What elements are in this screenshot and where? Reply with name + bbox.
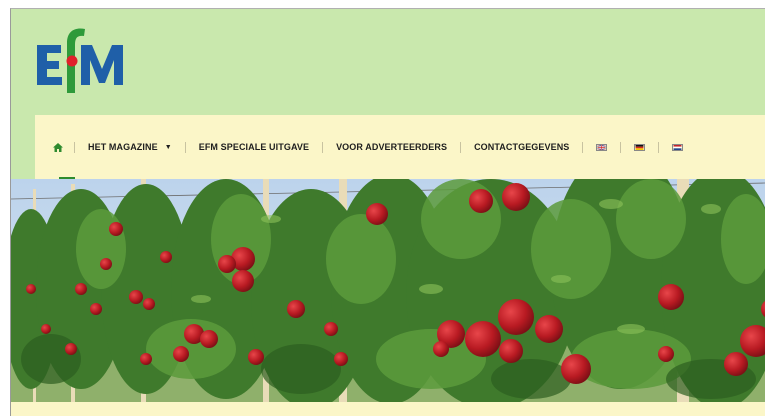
nav-item-contactgegevens[interactable]: CONTACTGEGEVENS xyxy=(461,136,582,158)
nav-item-efm-speciale-uitgave[interactable]: EFM SPECIALE UITGAVE xyxy=(186,136,322,158)
logo-dot xyxy=(66,55,78,67)
home-icon xyxy=(53,142,63,152)
german-flag-icon xyxy=(634,143,646,151)
content-band xyxy=(11,402,765,416)
main-nav: HET MAGAZINE ▼ EFM SPECIALE UITGAVE VOOR… xyxy=(35,136,696,158)
logo-letter-m xyxy=(81,45,123,85)
language-english[interactable] xyxy=(583,136,620,158)
english-flag-icon xyxy=(596,143,608,151)
nav-band-edge xyxy=(11,115,35,179)
nav-item-het-magazine[interactable]: HET MAGAZINE ▼ xyxy=(75,136,185,158)
nav-home[interactable] xyxy=(35,136,74,158)
language-german[interactable] xyxy=(621,136,658,158)
hero-banner xyxy=(11,179,765,402)
logo-letter-e xyxy=(37,45,62,85)
page-frame: HET MAGAZINE ▼ EFM SPECIALE UITGAVE VOOR… xyxy=(10,8,765,416)
dutch-flag-icon xyxy=(672,143,684,151)
chevron-down-icon: ▼ xyxy=(164,143,172,151)
apple-orchard-image xyxy=(11,179,765,402)
language-dutch[interactable] xyxy=(659,136,696,158)
nav-item-voor-adverteerders[interactable]: VOOR ADVERTEERDERS xyxy=(323,136,460,158)
nav-item-label: VOOR ADVERTEERDERS xyxy=(336,142,448,152)
site-header xyxy=(11,9,765,114)
efm-logo[interactable] xyxy=(35,23,135,93)
nav-item-label: CONTACTGEGEVENS xyxy=(474,142,570,152)
nav-item-label: EFM SPECIALE UITGAVE xyxy=(198,142,310,152)
nav-item-label: HET MAGAZINE xyxy=(88,142,158,152)
